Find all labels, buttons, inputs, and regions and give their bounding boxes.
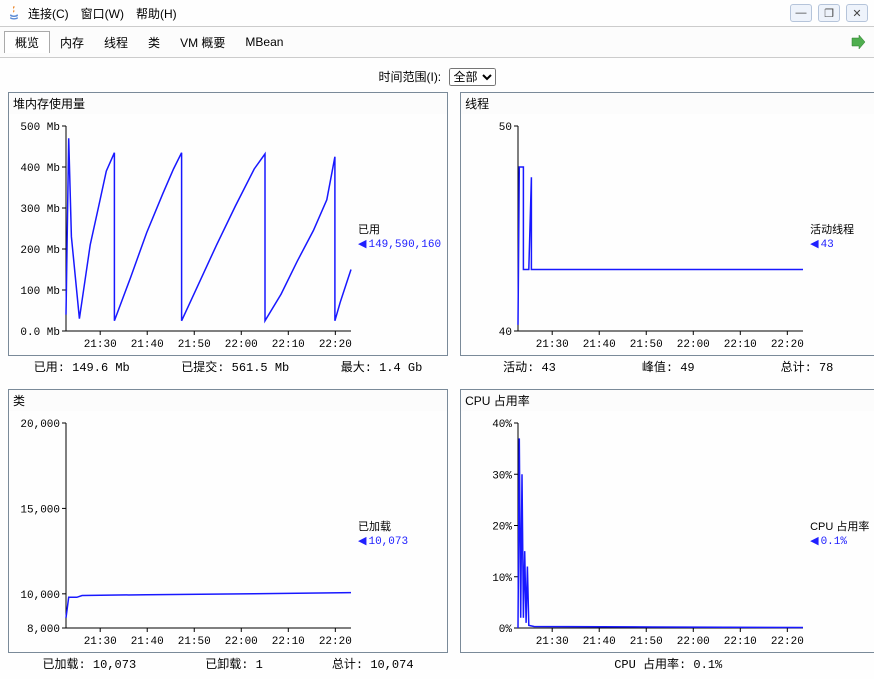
chart-panel-2: 类 8,000 10,000 15,000 20,000 21:30 21:40 21:50 2… (8, 389, 448, 653)
chart-panel-3: CPU 占用率 0% 10% 20% 30% 40% 21:30 21:40 21:50 22:0… (460, 389, 874, 653)
svg-text:22:20: 22:20 (319, 636, 352, 648)
chart-stats: 已加载: 10,073 已卸载: 1 总计: 10,074 (8, 653, 448, 674)
connection-status-icon (850, 34, 866, 50)
stat-pair: 最大: 1.4 Gb (341, 358, 423, 375)
svg-text:22:20: 22:20 (771, 339, 804, 351)
chart-legend: CPU 占用率◀0.1% (810, 415, 869, 650)
menu-connection[interactable]: 连接(C) (28, 5, 69, 22)
svg-text:22:00: 22:00 (677, 339, 710, 351)
chart-stats: 已用: 149.6 Mb 已提交: 561.5 Mb 最大: 1.4 Gb (8, 356, 448, 377)
chart-stats: CPU 占用率: 0.1% (460, 653, 874, 674)
chart-legend: 已加载◀10,073 (358, 415, 408, 650)
svg-text:21:30: 21:30 (84, 636, 117, 648)
svg-text:21:50: 21:50 (178, 636, 211, 648)
maximize-button[interactable]: ❐ (818, 4, 840, 22)
svg-text:21:30: 21:30 (536, 636, 569, 648)
chart-legend: 已用◀149,590,160 (358, 118, 441, 353)
stat-pair: 已卸载: 1 (205, 655, 263, 672)
svg-text:40%: 40% (492, 419, 512, 431)
tab-vmsummary[interactable]: VM 概要 (170, 32, 235, 53)
svg-text:21:50: 21:50 (178, 339, 211, 351)
svg-text:40: 40 (499, 327, 512, 339)
stat-pair: 已用: 149.6 Mb (34, 358, 130, 375)
svg-text:8,000: 8,000 (27, 624, 60, 636)
menubar: 连接(C) 窗口(W) 帮助(H) — ❐ ✕ (0, 0, 874, 27)
svg-text:21:50: 21:50 (630, 339, 663, 351)
svg-text:21:40: 21:40 (583, 339, 616, 351)
svg-text:200 Mb: 200 Mb (20, 245, 60, 257)
svg-text:22:10: 22:10 (724, 339, 757, 351)
time-range-select[interactable]: 全部 (449, 68, 496, 86)
svg-text:10,000: 10,000 (20, 590, 60, 602)
chart-title: 线程 (461, 93, 874, 114)
chart-legend: 活动线程◀43 (810, 118, 854, 353)
svg-text:50: 50 (499, 122, 512, 134)
chart-panel-1: 线程 40 50 21:30 21:40 21:50 22:00 22:10 22:20 活动线程… (460, 92, 874, 356)
time-range-label: 时间范围(I): (378, 70, 441, 84)
minimize-button[interactable]: — (790, 4, 812, 22)
stat-pair: CPU 占用率: 0.1% (614, 655, 722, 672)
svg-text:30%: 30% (492, 470, 512, 482)
svg-text:22:10: 22:10 (272, 636, 305, 648)
stat-pair: 总计: 10,074 (332, 655, 414, 672)
tab-memory[interactable]: 内存 (50, 32, 94, 53)
svg-text:0.0 Mb: 0.0 Mb (20, 327, 60, 339)
close-button[interactable]: ✕ (846, 4, 868, 22)
svg-text:100 Mb: 100 Mb (20, 286, 60, 298)
tab-overview[interactable]: 概览 (4, 31, 50, 53)
svg-text:500 Mb: 500 Mb (20, 122, 60, 134)
java-icon (6, 5, 22, 21)
svg-text:20%: 20% (492, 522, 512, 534)
svg-text:22:00: 22:00 (677, 636, 710, 648)
chart-svg: 8,000 10,000 15,000 20,000 21:30 21:40 21:50 22… (11, 415, 356, 650)
svg-text:15,000: 15,000 (20, 504, 60, 516)
svg-text:21:40: 21:40 (583, 636, 616, 648)
stat-pair: 峰值: 49 (642, 358, 695, 375)
svg-text:400 Mb: 400 Mb (20, 163, 60, 175)
chart-title: 堆内存使用量 (9, 93, 447, 114)
svg-text:22:00: 22:00 (225, 636, 258, 648)
svg-text:10%: 10% (492, 573, 512, 585)
stat-pair: 活动: 43 (503, 358, 556, 375)
svg-text:300 Mb: 300 Mb (20, 204, 60, 216)
tab-classes[interactable]: 类 (138, 32, 170, 53)
svg-text:22:00: 22:00 (225, 339, 258, 351)
chart-grid: 堆内存使用量 0.0 Mb 100 Mb 200 Mb 300 Mb 400 Mb 500 … (0, 92, 874, 674)
svg-text:22:10: 22:10 (724, 636, 757, 648)
tab-mbean[interactable]: MBean (235, 33, 293, 51)
menu-window[interactable]: 窗口(W) (81, 5, 124, 22)
chart-title: CPU 占用率 (461, 390, 874, 411)
chart-svg: 0% 10% 20% 30% 40% 21:30 21:40 21:50 22:00 22:10 2… (463, 415, 808, 650)
svg-text:22:20: 22:20 (771, 636, 804, 648)
chart-svg: 40 50 21:30 21:40 21:50 22:00 22:10 22:20 (463, 118, 808, 353)
svg-text:21:30: 21:30 (84, 339, 117, 351)
time-range-row: 时间范围(I): 全部 (0, 58, 874, 92)
menu-help[interactable]: 帮助(H) (136, 5, 177, 22)
svg-text:21:40: 21:40 (131, 636, 164, 648)
chart-title: 类 (9, 390, 447, 411)
svg-text:21:50: 21:50 (630, 636, 663, 648)
chart-panel-0: 堆内存使用量 0.0 Mb 100 Mb 200 Mb 300 Mb 400 Mb 500 … (8, 92, 448, 356)
stat-pair: 总计: 78 (781, 358, 834, 375)
chart-svg: 0.0 Mb 100 Mb 200 Mb 300 Mb 400 Mb 500 Mb 21:3… (11, 118, 356, 353)
chart-stats: 活动: 43 峰值: 49 总计: 78 (460, 356, 874, 377)
svg-text:21:40: 21:40 (131, 339, 164, 351)
svg-text:22:20: 22:20 (319, 339, 352, 351)
svg-text:0%: 0% (499, 624, 513, 636)
svg-text:20,000: 20,000 (20, 419, 60, 431)
stat-pair: 已加载: 10,073 (43, 655, 137, 672)
tab-threads[interactable]: 线程 (94, 32, 138, 53)
svg-text:22:10: 22:10 (272, 339, 305, 351)
tabbar: 概览 内存 线程 类 VM 概要 MBean (0, 27, 874, 58)
svg-text:21:30: 21:30 (536, 339, 569, 351)
stat-pair: 已提交: 561.5 Mb (181, 358, 289, 375)
